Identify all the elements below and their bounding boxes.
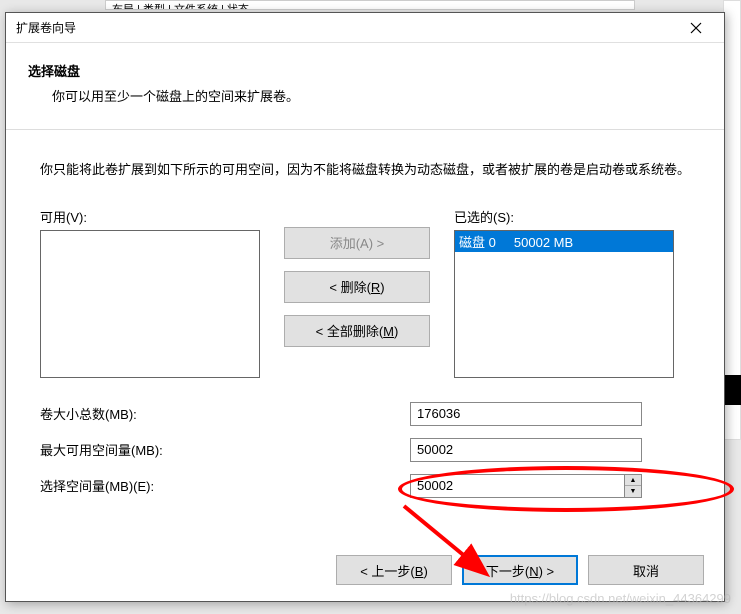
remove-button[interactable]: < 删除(R) [284, 271, 430, 303]
spinner-up-button[interactable]: ▲ [625, 475, 641, 487]
max-space-value: 50002 [410, 438, 642, 462]
add-button[interactable]: 添加(A) > [284, 227, 430, 259]
selected-listbox[interactable]: 磁盘 0 50002 MB [454, 230, 674, 378]
available-listbox[interactable] [40, 230, 260, 378]
page-subtitle: 你可以用至少一个磁盘上的空间来扩展卷。 [28, 80, 702, 119]
total-size-label: 卷大小总数(MB): [40, 404, 410, 423]
cancel-button[interactable]: 取消 [588, 555, 704, 585]
page-title: 选择磁盘 [28, 61, 702, 80]
list-item[interactable]: 磁盘 0 50002 MB [455, 231, 673, 252]
close-button[interactable] [676, 14, 716, 42]
transfer-buttons: 添加(A) > < 删除(R) < 全部删除(M) [284, 207, 430, 347]
max-space-label: 最大可用空间量(MB): [40, 440, 410, 459]
next-button[interactable]: 下一步(N) > [462, 555, 578, 585]
back-button[interactable]: < 上一步(B) [336, 555, 452, 585]
select-amount-input[interactable] [410, 474, 624, 498]
total-size-row: 卷大小总数(MB): 176036 [40, 402, 690, 426]
select-amount-spinner: ▲ ▼ [410, 474, 642, 498]
selected-label: 已选的(S): [454, 207, 674, 226]
select-amount-label: 选择空间量(MB)(E): [40, 476, 410, 495]
spinner-down-button[interactable]: ▼ [625, 486, 641, 497]
close-icon [690, 22, 702, 34]
selected-column: 已选的(S): 磁盘 0 50002 MB [454, 207, 674, 378]
disk-selection-row: 可用(V): 添加(A) > < 删除(R) < 全部删除(M) 已选的(S):… [40, 207, 690, 378]
info-text: 你只能将此卷扩展到如下所示的可用空间，因为不能将磁盘转换为动态磁盘，或者被扩展的… [40, 160, 690, 181]
wizard-footer: < 上一步(B) 下一步(N) > 取消 [336, 555, 704, 585]
titlebar: 扩展卷向导 [6, 13, 724, 43]
remove-all-button[interactable]: < 全部删除(M) [284, 315, 430, 347]
max-space-row: 最大可用空间量(MB): 50002 [40, 438, 690, 462]
select-amount-row: 选择空间量(MB)(E): ▲ ▼ [40, 474, 690, 498]
background-fragment-right [723, 0, 741, 440]
total-size-value: 176036 [410, 402, 642, 426]
spinner-buttons: ▲ ▼ [624, 474, 642, 498]
available-label: 可用(V): [40, 207, 260, 226]
wizard-header: 选择磁盘 你可以用至少一个磁盘上的空间来扩展卷。 [6, 43, 724, 130]
window-title: 扩展卷向导 [14, 19, 76, 36]
available-column: 可用(V): [40, 207, 260, 378]
background-fragment-top: 布局 | 类型 | 文件系统 | 状态 [105, 0, 635, 10]
extend-volume-wizard-dialog: 扩展卷向导 选择磁盘 你可以用至少一个磁盘上的空间来扩展卷。 你只能将此卷扩展到… [5, 12, 725, 602]
wizard-content: 你只能将此卷扩展到如下所示的可用空间，因为不能将磁盘转换为动态磁盘，或者被扩展的… [6, 130, 724, 498]
